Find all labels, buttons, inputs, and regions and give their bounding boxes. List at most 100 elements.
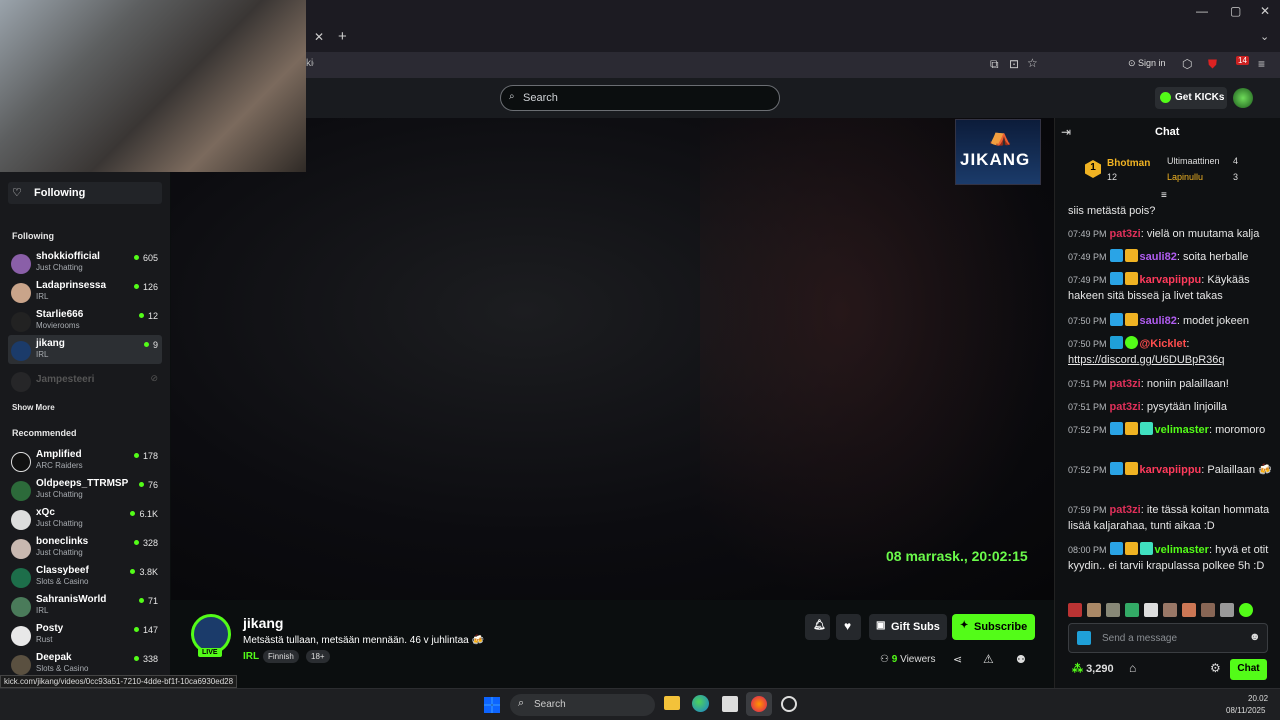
emote-icon[interactable] — [1125, 603, 1139, 617]
emote-icon[interactable] — [1106, 603, 1120, 617]
sidebar-channel-classybeef[interactable]: Classybeef Slots & Casino 3.8K — [0, 562, 170, 591]
screenshot-icon[interactable]: ⧉ — [990, 57, 999, 72]
emote-icon[interactable] — [1163, 603, 1177, 617]
channel-avatar — [11, 254, 31, 274]
taskbar-clock-time[interactable]: 20.02 — [1248, 694, 1268, 703]
pocket-icon[interactable]: ⊡ — [1009, 57, 1019, 71]
message-user[interactable]: pat3zi — [1110, 378, 1141, 390]
sidebar-channel-ladaprinsessa[interactable]: Ladaprinsessa IRL 126 — [0, 277, 170, 306]
heart-icon: ♡ — [12, 187, 22, 199]
sidebar-channel-starlie666[interactable]: Starlie666 Movierooms 12 — [0, 306, 170, 335]
show-more-link[interactable]: Show More — [12, 403, 55, 412]
emote-icon[interactable] — [1220, 603, 1234, 617]
emote-icon[interactable] — [1087, 603, 1101, 617]
extensions-icon[interactable]: ⬡ — [1182, 57, 1192, 71]
subscribe-button[interactable]: ✦ Subscribe — [952, 614, 1035, 640]
collapse-chat-icon[interactable]: ⇥ — [1061, 125, 1071, 139]
channel-avatar — [11, 283, 31, 303]
store-app-icon[interactable] — [722, 696, 738, 712]
emote-icon[interactable] — [1201, 603, 1215, 617]
menu-icon[interactable]: ≡ — [1258, 57, 1265, 71]
sidebar-channel-shokkiofficial[interactable]: shokkiofficial Just Chatting 605 — [0, 248, 170, 277]
message-user[interactable]: karvapiippu — [1140, 464, 1202, 476]
chat-settings-icon[interactable]: ⚙ — [1210, 661, 1221, 675]
taskbar-search[interactable]: ⌕ Search — [510, 694, 655, 716]
sign-in-button[interactable]: ⊙ Sign in — [1128, 58, 1166, 69]
message-user[interactable]: velimaster — [1155, 424, 1209, 436]
emote-icon[interactable] — [1068, 603, 1082, 617]
gift-subs-button[interactable]: ▣ Gift Subs — [869, 614, 947, 640]
chat-identity-icon[interactable] — [1077, 631, 1091, 645]
minimize-icon[interactable]: — — [1196, 4, 1208, 18]
channel-name[interactable]: jikang — [243, 615, 283, 631]
report-icon[interactable]: ⚠ — [983, 652, 994, 666]
message-user[interactable]: velimaster — [1155, 544, 1209, 556]
message-user[interactable]: @Kicklet — [1140, 338, 1187, 350]
channel-name: Jampesteeri — [36, 374, 95, 385]
stream-category[interactable]: IRL — [243, 651, 259, 662]
expand-leaderboard-icon[interactable]: ≡ — [1161, 190, 1167, 201]
message-link[interactable]: https://discord.gg/U6DUBpR36q — [1068, 354, 1225, 366]
bookmark-star-icon[interactable]: ☆ — [1027, 56, 1038, 70]
share-icon[interactable]: ⋖ — [953, 653, 962, 666]
search-icon: ⌕ — [518, 697, 525, 709]
extension-badge[interactable]: 14 — [1236, 56, 1249, 65]
emote-icon[interactable] — [1144, 603, 1158, 617]
ublock-icon[interactable]: ⛊ — [1208, 57, 1217, 72]
sidebar-channel-posty[interactable]: Posty Rust 147 — [0, 620, 170, 649]
get-kicks-button[interactable]: Get KICKs — [1155, 87, 1227, 109]
message-user[interactable]: sauli82 — [1140, 251, 1177, 263]
third-name[interactable]: Lapinullu — [1167, 172, 1203, 182]
message-user[interactable]: pat3zi — [1110, 504, 1141, 516]
tag-18plus[interactable]: 18+ — [306, 650, 330, 663]
message-user[interactable]: karvapiippu — [1140, 274, 1202, 286]
notifications-button[interactable]: 🔔︎ — [805, 614, 830, 640]
more-options-icon[interactable]: ⚉ — [1016, 653, 1026, 666]
message-text: pysytään linjoilla — [1146, 401, 1227, 413]
tab-close-icon[interactable]: ✕ — [314, 30, 324, 44]
sidebar-channel-xqc[interactable]: xQc Just Chatting 6.1K — [0, 504, 170, 533]
new-tab-icon[interactable]: + — [338, 28, 347, 45]
sidebar-channel-sahranisworld[interactable]: SahranisWorld IRL 71 — [0, 591, 170, 620]
emoji-icon[interactable]: ☻ — [1249, 631, 1261, 643]
search-input[interactable]: ⌕ Search — [500, 85, 780, 111]
message-user[interactable]: sauli82 — [1140, 315, 1177, 327]
chat-input[interactable]: Send a message ☻ — [1068, 623, 1268, 653]
emote-icon[interactable] — [1239, 603, 1253, 617]
sidebar-channel-amplified[interactable]: Amplified ARC Raiders 178 — [0, 446, 170, 475]
emote-icon[interactable] — [1182, 603, 1196, 617]
viewer-count: 328 — [134, 538, 158, 548]
maximize-icon[interactable]: ▢ — [1230, 4, 1241, 18]
tab-list-icon[interactable]: ⌄ — [1260, 30, 1269, 43]
sidebar-channel-jikang[interactable]: jikang IRL 9 — [8, 335, 162, 364]
send-chat-button[interactable]: Chat — [1230, 659, 1267, 680]
leader-name[interactable]: Bhotman — [1107, 158, 1150, 169]
message-user[interactable]: pat3zi — [1110, 401, 1141, 413]
close-window-icon[interactable]: ✕ — [1260, 4, 1270, 18]
following-nav-item[interactable]: ♡ Following — [8, 182, 162, 204]
file-explorer-icon[interactable] — [664, 696, 680, 710]
windows-start-icon[interactable] — [484, 697, 500, 713]
app-icon[interactable] — [781, 696, 797, 712]
edge-icon[interactable] — [692, 695, 709, 712]
star-icon: ✦ — [960, 620, 969, 631]
user-avatar[interactable] — [1233, 88, 1253, 108]
verified-badge-icon — [1109, 422, 1123, 435]
kick-points[interactable]: ⁂ 3,290 — [1072, 662, 1114, 675]
sidebar-channel-offline[interactable]: Jampesteeri ⊘ — [0, 366, 170, 395]
message-time: 07:51 PM — [1068, 379, 1107, 389]
message-user[interactable]: pat3zi — [1110, 228, 1141, 240]
channel-name: Ladaprinsessa — [36, 280, 107, 291]
second-name[interactable]: Ultimaattinen — [1167, 156, 1220, 166]
follow-button[interactable]: ♥ — [836, 614, 861, 640]
sidebar-channel-oldpeeps[interactable]: Oldpeeps_TTRMSP Just Chatting 76 — [0, 475, 170, 504]
channel-category: Slots & Casino — [36, 664, 89, 673]
url-field[interactable]: kick.com/jikang — [306, 58, 314, 69]
taskbar-clock-date[interactable]: 08/11/2025 — [1226, 706, 1265, 715]
logo-text: JIKANG — [960, 150, 1031, 169]
channel-name: SahranisWorld — [36, 594, 107, 605]
store-icon[interactable]: ⌂ — [1129, 661, 1136, 675]
tag-finnish[interactable]: Finnish — [263, 650, 299, 663]
sidebar-channel-boneclinks[interactable]: boneclinks Just Chatting 328 — [0, 533, 170, 562]
sidebar-channel-deepak[interactable]: Deepak Slots & Casino 338 — [0, 649, 170, 678]
